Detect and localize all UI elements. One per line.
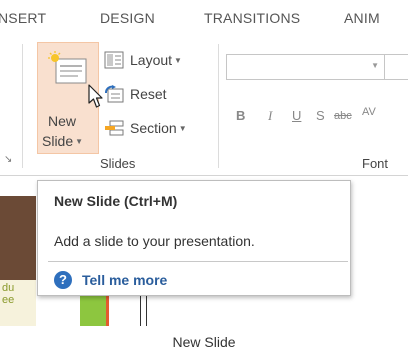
dropdown-caret-icon: ▼ bbox=[371, 61, 379, 70]
tooltip-divider bbox=[48, 261, 348, 262]
underline-button[interactable]: U bbox=[292, 108, 301, 123]
ribbon-tab-bar: NSERT DESIGN TRANSITIONS ANIM bbox=[0, 0, 408, 36]
font-size-combobox[interactable] bbox=[384, 54, 408, 80]
font-name-combobox[interactable]: ▼ bbox=[226, 54, 386, 80]
dropdown-caret-icon: ▼ bbox=[174, 56, 182, 65]
italic-button[interactable]: I bbox=[268, 108, 272, 124]
help-icon: ? bbox=[54, 271, 72, 289]
new-slide-label-line1: New bbox=[48, 113, 77, 129]
tell-me-more-label[interactable]: Tell me more bbox=[82, 272, 167, 288]
layout-icon bbox=[104, 51, 124, 69]
mouse-pointer-icon bbox=[88, 84, 103, 108]
shadow-button[interactable]: S bbox=[316, 108, 325, 123]
slide-thumbnail-image[interactable] bbox=[0, 196, 36, 282]
group-separator bbox=[218, 44, 219, 168]
section-icon bbox=[105, 120, 124, 136]
layout-button[interactable]: Layout ▼ bbox=[104, 50, 214, 72]
tooltip-description: Add a slide to your presentation. bbox=[54, 233, 255, 249]
dropdown-caret-icon: ▼ bbox=[75, 137, 84, 146]
group-separator bbox=[22, 44, 23, 168]
ribbon-panel: ↘ New Slide ▼ Layout ▼ Reset Section ▼ S… bbox=[0, 36, 408, 176]
new-slide-icon bbox=[48, 51, 87, 84]
dropdown-caret-icon: ▼ bbox=[178, 124, 187, 133]
reset-icon bbox=[105, 85, 124, 103]
tab-animations[interactable]: ANIM bbox=[344, 10, 380, 26]
new-slide-label-line2: Slide ▼ bbox=[42, 133, 84, 149]
dialog-launcher-icon[interactable]: ↘ bbox=[4, 154, 12, 165]
reset-button[interactable]: Reset bbox=[104, 84, 214, 106]
slides-group-label: Slides bbox=[100, 156, 136, 171]
image-caption: New Slide bbox=[172, 334, 236, 350]
tab-insert[interactable]: NSERT bbox=[0, 10, 46, 26]
character-spacing-button[interactable]: AV bbox=[362, 106, 376, 118]
tab-design[interactable]: DESIGN bbox=[100, 10, 155, 26]
bold-button[interactable]: B bbox=[236, 108, 245, 123]
font-group-label: Font bbox=[362, 156, 389, 171]
strikethrough-button[interactable]: abc bbox=[334, 110, 352, 122]
slide-thumbnail-text: du ee bbox=[2, 282, 15, 306]
tooltip-title: New Slide (Ctrl+M) bbox=[54, 193, 178, 209]
section-button[interactable]: Section ▼ bbox=[104, 118, 214, 140]
new-slide-tooltip: New Slide (Ctrl+M) Add a slide to your p… bbox=[37, 180, 351, 296]
tab-transitions[interactable]: TRANSITIONS bbox=[204, 10, 300, 26]
